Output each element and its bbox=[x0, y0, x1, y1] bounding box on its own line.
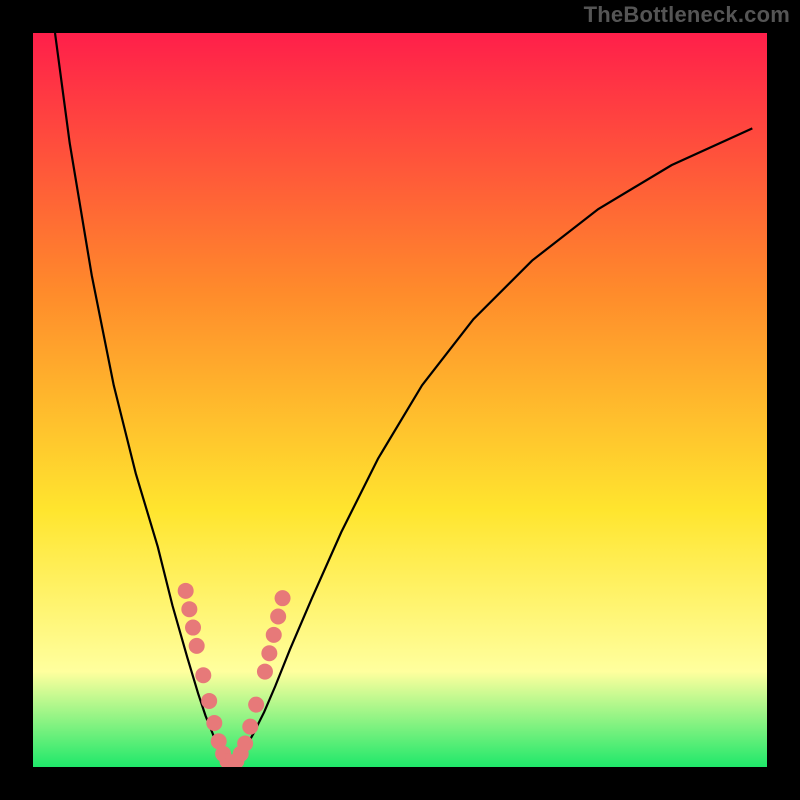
data-marker bbox=[248, 697, 264, 713]
data-marker bbox=[185, 620, 201, 636]
data-marker bbox=[242, 719, 258, 735]
bottleneck-chart bbox=[33, 33, 767, 767]
plot-background bbox=[33, 33, 767, 767]
data-marker bbox=[270, 609, 286, 625]
data-marker bbox=[178, 583, 194, 599]
watermark-text: TheBottleneck.com bbox=[584, 2, 790, 28]
data-marker bbox=[201, 693, 217, 709]
data-marker bbox=[261, 645, 277, 661]
data-marker bbox=[275, 590, 291, 606]
data-marker bbox=[237, 736, 253, 752]
data-marker bbox=[195, 667, 211, 683]
data-marker bbox=[266, 627, 282, 643]
data-marker bbox=[257, 664, 273, 680]
data-marker bbox=[189, 638, 205, 654]
chart-frame: TheBottleneck.com bbox=[0, 0, 800, 800]
data-marker bbox=[206, 715, 222, 731]
data-marker bbox=[181, 601, 197, 617]
